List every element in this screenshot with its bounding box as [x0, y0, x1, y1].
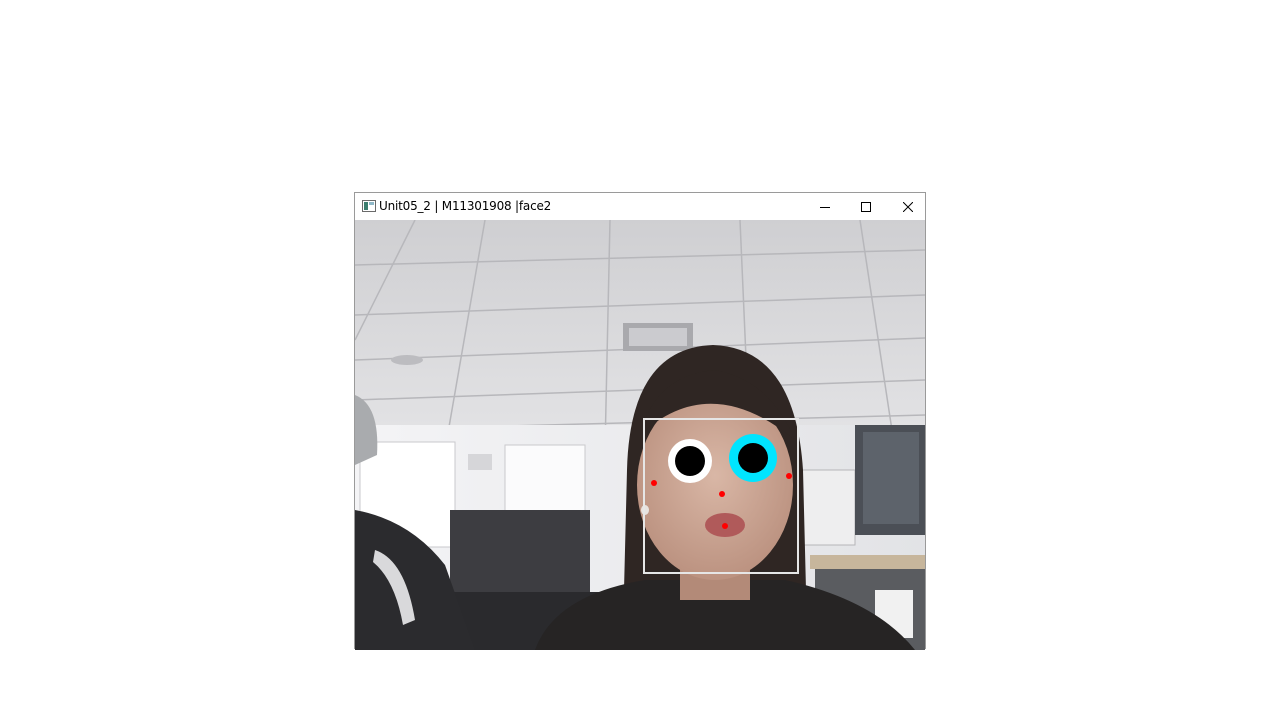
maximize-icon: [861, 201, 871, 212]
landmark-mouth: [722, 523, 728, 529]
monitor-dark: [450, 510, 590, 595]
camera-feed: [355, 220, 925, 650]
window-title: Unit05_2 | M11301908 |face2: [379, 199, 552, 213]
close-icon: [903, 201, 913, 212]
minimize-button[interactable]: [803, 193, 847, 220]
landmark-nose: [719, 491, 725, 497]
desk-right: [810, 555, 925, 569]
maximize-button[interactable]: [844, 193, 888, 220]
landmark-left-cheek: [651, 480, 657, 486]
camera-window: Unit05_2 | M11301908 |face2: [354, 192, 926, 650]
landmark-right-cheek: [786, 473, 792, 479]
app-window-icon: [362, 200, 376, 212]
title-bar[interactable]: Unit05_2 | M11301908 |face2: [355, 193, 925, 220]
left-eye-pupil: [675, 446, 705, 476]
close-button[interactable]: [886, 193, 930, 220]
wall-sign: [468, 454, 492, 470]
camera-frame: [355, 220, 925, 650]
right-eye-pupil: [738, 443, 768, 473]
minimize-icon: [820, 206, 830, 208]
ceiling-light: [391, 355, 423, 365]
